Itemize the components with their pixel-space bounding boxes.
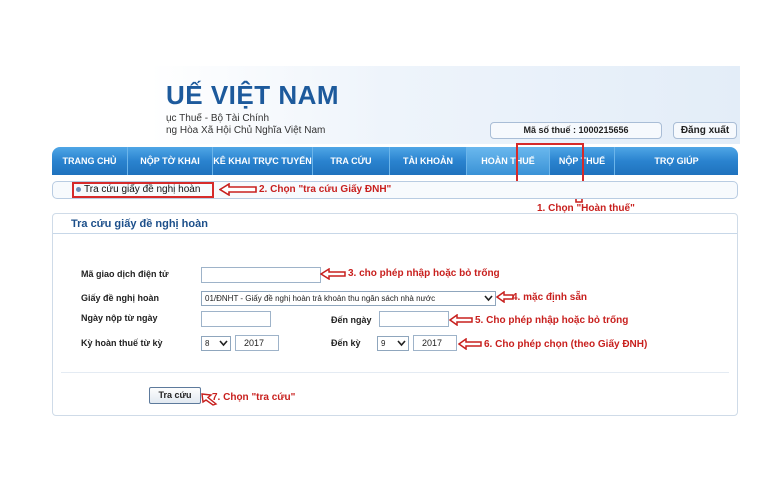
to-date-label: Đến ngày bbox=[331, 315, 372, 325]
breadcrumb-label: Tra cứu giấy đề nghị hoàn bbox=[84, 184, 201, 195]
lookup-panel: Tra cứu giấy đề nghị hoàn Mã giao dịch đ… bbox=[52, 213, 738, 416]
period-to-label: Đến kỳ bbox=[331, 338, 361, 348]
period-from-month-value: 8 bbox=[205, 339, 210, 348]
chevron-down-icon bbox=[219, 340, 228, 347]
bullet-icon bbox=[76, 187, 81, 192]
nav-item-home[interactable]: TRANG CHỦ bbox=[52, 147, 128, 175]
tax-code-display: Mã số thuế : 1000215656 bbox=[490, 122, 662, 139]
panel-title: Tra cứu giấy đề nghị hoàn bbox=[53, 214, 737, 234]
period-from-month-select[interactable]: 8 bbox=[201, 336, 231, 351]
annotation-step-5: 5. Cho phép nhập hoặc bỏ trống bbox=[475, 315, 629, 326]
request-type-selected-value: 01/ĐNHT - Giấy đề nghị hoàn trả khoản th… bbox=[205, 294, 436, 303]
annotation-step-2: 2. Chọn "tra cứu Giấy ĐNH" bbox=[259, 184, 392, 195]
nav-item-account[interactable]: TÀI KHOẢN bbox=[390, 147, 467, 175]
site-subtitle-ministry: ục Thuế - Bộ Tài Chính bbox=[166, 113, 270, 124]
from-date-label: Ngày nộp từ ngày bbox=[81, 313, 158, 323]
period-from-year-input[interactable]: 2017 bbox=[235, 335, 279, 351]
chevron-down-icon bbox=[484, 295, 493, 302]
from-date-input[interactable] bbox=[201, 311, 271, 327]
annotation-step-6: 6. Cho phép chọn (theo Giấy ĐNH) bbox=[484, 339, 648, 350]
transaction-code-input[interactable] bbox=[201, 267, 321, 283]
nav-item-lookup[interactable]: TRA CỨU bbox=[313, 147, 390, 175]
transaction-code-label: Mã giao dịch điện tử bbox=[81, 269, 169, 279]
request-type-label: Giấy đề nghị hoàn bbox=[81, 293, 160, 303]
arrow-left-icon bbox=[320, 268, 346, 280]
site-subtitle-country: ng Hòa Xã Hội Chủ Nghĩa Việt Nam bbox=[166, 125, 326, 136]
annotation-step-7: 7. Chọn "tra cứu" bbox=[212, 392, 296, 403]
annotation-step-4: 4. mặc định sẵn bbox=[512, 292, 588, 303]
breadcrumb-lookup-refund-request[interactable]: Tra cứu giấy đề nghị hoàn bbox=[72, 182, 214, 198]
period-from-label: Kỳ hoàn thuế từ kỳ bbox=[81, 338, 163, 348]
site-header: UẾ VIỆT NAM ục Thuế - Bộ Tài Chính ng Hò… bbox=[0, 66, 768, 146]
chevron-down-icon bbox=[397, 340, 406, 347]
nav-item-help[interactable]: TRỢ GIÚP bbox=[615, 147, 738, 175]
main-nav: TRANG CHỦ NỘP TỜ KHAI KÊ KHAI TRỰC TUYẾN… bbox=[52, 147, 738, 175]
arrow-left-icon bbox=[449, 314, 473, 326]
period-to-year-input[interactable]: 2017 bbox=[413, 335, 457, 351]
site-title: UẾ VIỆT NAM bbox=[166, 80, 340, 110]
logout-button[interactable]: Đăng xuất bbox=[673, 122, 737, 139]
to-date-input[interactable] bbox=[379, 311, 449, 327]
annotation-step-3: 3. cho phép nhập hoặc bỏ trống bbox=[348, 268, 500, 279]
request-type-select[interactable]: 01/ĐNHT - Giấy đề nghị hoàn trả khoản th… bbox=[201, 291, 496, 306]
nav-item-submit-return[interactable]: NỘP TỜ KHAI bbox=[128, 147, 213, 175]
period-to-month-value: 9 bbox=[381, 339, 386, 348]
arrow-left-icon bbox=[219, 183, 257, 196]
tax-refund-highlight-box bbox=[516, 143, 584, 183]
panel-divider bbox=[61, 372, 729, 373]
period-to-month-select[interactable]: 9 bbox=[377, 336, 409, 351]
search-button[interactable]: Tra cứu bbox=[149, 387, 201, 404]
nav-item-online-declaration[interactable]: KÊ KHAI TRỰC TUYẾN bbox=[213, 147, 313, 175]
arrow-left-icon bbox=[458, 338, 482, 350]
